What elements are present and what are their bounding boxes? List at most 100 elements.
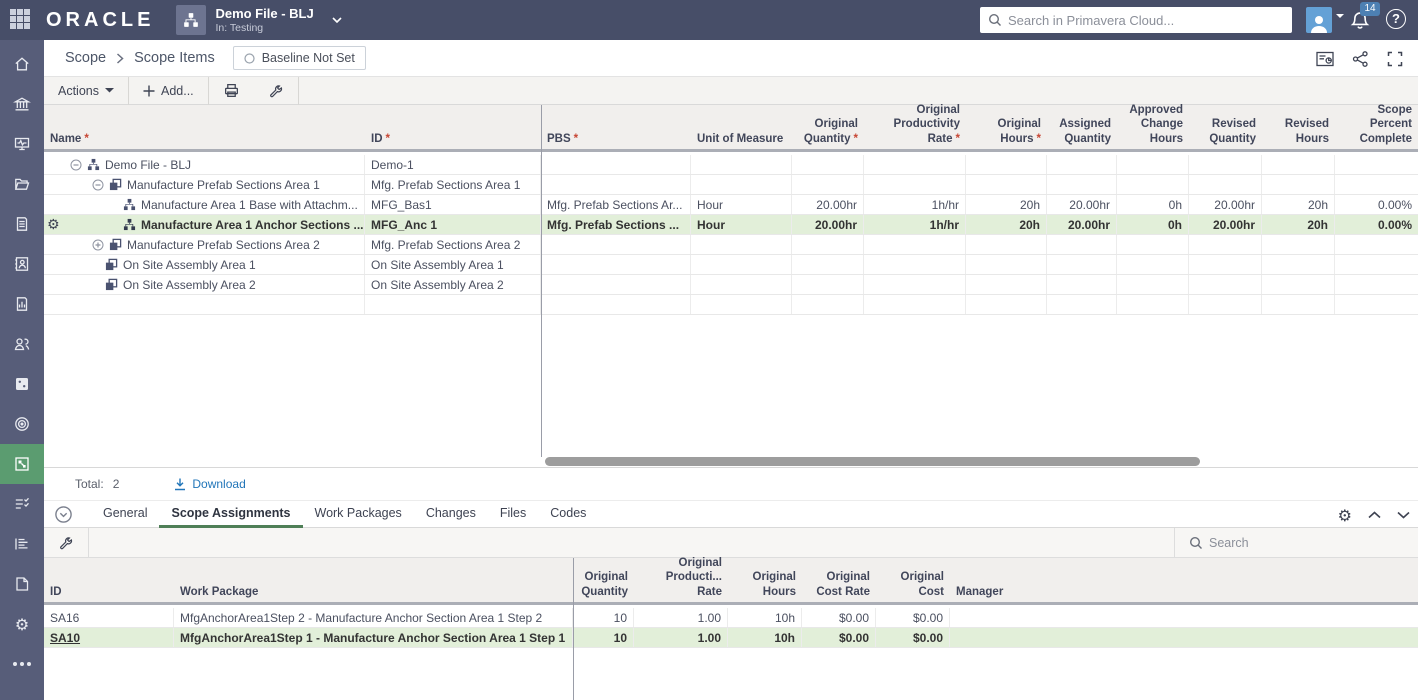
column-header-original-quantity[interactable]: Original Quantity: [573, 558, 634, 602]
assignment-id-cell: SA16: [44, 608, 174, 627]
collapse-panel-circle-icon[interactable]: [54, 505, 73, 524]
column-header-original-hours[interactable]: Original Hours: [728, 558, 802, 602]
scope-item-row[interactable]: Demo File - BLJ Demo-1: [44, 155, 1418, 175]
tab-codes[interactable]: Codes: [538, 500, 598, 528]
project-workspace: In: Testing: [215, 21, 264, 34]
assignment-id-link[interactable]: SA10: [50, 631, 80, 645]
detail-settings-gear-icon[interactable]: ⚙: [1338, 506, 1352, 525]
user-avatar[interactable]: [1306, 7, 1332, 33]
sidebar-item-home[interactable]: [0, 44, 44, 84]
column-header-original-quantity[interactable]: Original Quantity *: [792, 105, 864, 149]
column-header-original-productivity-rate[interactable]: Original Productivity Rate *: [864, 104, 966, 149]
sidebar-item-workspaces[interactable]: [0, 84, 44, 124]
horizontal-scrollbar[interactable]: [545, 457, 1200, 466]
scope-percent-complete-cell: [1335, 275, 1418, 294]
sidebar-item-dashboards[interactable]: [0, 124, 44, 164]
global-search-input[interactable]: [1008, 12, 1292, 28]
detail-search-input[interactable]: [1209, 536, 1418, 550]
sidebar-item-strategies[interactable]: [0, 404, 44, 444]
scope-item-row[interactable]: Manufacture Prefab Sections Area 2 Mfg. …: [44, 235, 1418, 255]
scope-item-row[interactable]: On Site Assembly Area 1 On Site Assembly…: [44, 255, 1418, 275]
print-button[interactable]: [209, 77, 254, 105]
scope-item-row[interactable]: Manufacture Prefab Sections Area 1 Mfg. …: [44, 175, 1418, 195]
detail-customize-button[interactable]: [44, 527, 89, 558]
detail-search: [1174, 528, 1418, 558]
sidebar-item-documents[interactable]: [0, 204, 44, 244]
sidebar-item-risk[interactable]: [0, 364, 44, 404]
revised-hours-cell: [1262, 175, 1335, 194]
sidebar-item-contacts[interactable]: [0, 244, 44, 284]
left-nav-sidebar: ⚙: [0, 40, 44, 700]
share-icon[interactable]: [1351, 50, 1370, 68]
column-header-original-productivity-rate[interactable]: Original Producti... Rate: [634, 557, 728, 602]
column-header-assigned-quantity[interactable]: Assigned Quantity: [1047, 105, 1117, 149]
sidebar-item-portfolios[interactable]: [0, 164, 44, 204]
sidebar-item-resources[interactable]: [0, 324, 44, 364]
user-menu-caret-icon[interactable]: [1336, 14, 1344, 19]
assigned-quantity-cell: [1047, 235, 1117, 254]
scope-items-grid-header: Name * ID * PBS * Unit of Measure Original …: [44, 104, 1418, 152]
project-dropdown-caret-icon[interactable]: [332, 17, 342, 23]
original-hours-cell: [966, 175, 1047, 194]
sidebar-item-changes[interactable]: [0, 564, 44, 604]
expand-toggle-icon[interactable]: [92, 239, 104, 251]
sidebar-item-more[interactable]: [0, 644, 44, 684]
column-header-approved-change-hours[interactable]: Approved Change Hours: [1117, 104, 1189, 149]
revised-hours-cell: [1262, 255, 1335, 274]
report-chart-icon: [16, 297, 28, 311]
help-icon[interactable]: ?: [1386, 9, 1406, 29]
panel-expand-chevron-up-icon[interactable]: [1368, 511, 1381, 519]
column-header-revised-hours[interactable]: Revised Hours: [1262, 105, 1335, 149]
column-header-unit-of-measure[interactable]: Unit of Measure: [691, 105, 792, 149]
add-button[interactable]: Add...: [129, 77, 208, 105]
column-header-original-hours[interactable]: Original Hours *: [966, 105, 1047, 149]
project-tile[interactable]: [176, 5, 207, 35]
collapse-toggle-icon[interactable]: [70, 159, 82, 171]
fullscreen-icon[interactable]: [1386, 50, 1404, 68]
monitor-pulse-icon: [14, 137, 30, 151]
baseline-status-chip[interactable]: Baseline Not Set: [232, 46, 366, 70]
frozen-pane-divider[interactable]: [541, 105, 542, 457]
original-productivity-rate-cell: 1.00: [634, 628, 728, 647]
breadcrumb-scope[interactable]: Scope: [65, 50, 106, 66]
column-header-original-cost-rate[interactable]: Original Cost Rate: [802, 558, 876, 602]
report-preview-icon[interactable]: [1315, 50, 1335, 68]
tab-files[interactable]: Files: [488, 500, 538, 528]
scope-item-row-selected[interactable]: ⚙ Manufacture Area 1 Anchor Sections ...…: [44, 215, 1418, 235]
column-header-pbs[interactable]: PBS *: [541, 105, 691, 149]
scope-assignment-row[interactable]: SA16 MfgAnchorArea1Step 2 - Manufacture …: [44, 608, 1418, 628]
column-header-id[interactable]: ID: [44, 558, 174, 602]
column-header-name[interactable]: Name *: [44, 105, 365, 149]
collapse-toggle-icon[interactable]: [92, 179, 104, 191]
project-context[interactable]: Demo File - BLJ In: Testing: [215, 6, 313, 34]
tab-work-packages[interactable]: Work Packages: [303, 500, 414, 528]
scope-item-row[interactable]: Manufacture Area 1 Base with Attachm... …: [44, 195, 1418, 215]
original-productivity-rate-cell: 1.00: [634, 608, 728, 627]
scope-item-row[interactable]: On Site Assembly Area 2 On Site Assembly…: [44, 275, 1418, 295]
panel-collapse-chevron-down-icon[interactable]: [1397, 511, 1410, 519]
column-header-id[interactable]: ID *: [365, 105, 541, 149]
sidebar-item-settings[interactable]: ⚙: [0, 604, 44, 644]
scope-assignment-row-selected[interactable]: SA10 MfgAnchorArea1Step 1 - Manufacture …: [44, 628, 1418, 648]
column-header-manager[interactable]: Manager: [950, 558, 1418, 602]
row-actions-gear-icon[interactable]: ⚙: [47, 216, 60, 234]
column-header-scope-percent-complete[interactable]: Scope Percent Complete: [1335, 104, 1418, 149]
detail-frozen-pane-divider[interactable]: [573, 558, 574, 700]
tab-scope-assignments[interactable]: Scope Assignments: [159, 500, 303, 528]
uom-cell: [691, 255, 792, 274]
tab-changes[interactable]: Changes: [414, 500, 488, 528]
sidebar-item-reports[interactable]: [0, 284, 44, 324]
sidebar-item-scope[interactable]: [0, 444, 44, 484]
app-launcher-icon[interactable]: [10, 9, 32, 31]
actions-button[interactable]: Actions: [44, 77, 128, 105]
tab-general[interactable]: General: [91, 500, 159, 528]
uom-cell: Hour: [691, 195, 792, 214]
column-header-revised-quantity[interactable]: Revised Quantity: [1189, 105, 1262, 149]
download-link[interactable]: Download: [173, 477, 246, 491]
column-header-original-cost[interactable]: Original Cost: [876, 558, 950, 602]
column-header-work-package[interactable]: Work Package: [174, 558, 573, 602]
sidebar-item-schedule[interactable]: [0, 524, 44, 564]
customize-columns-button[interactable]: [254, 77, 298, 105]
original-quantity-cell: [792, 155, 864, 174]
sidebar-item-tasks[interactable]: [0, 484, 44, 524]
